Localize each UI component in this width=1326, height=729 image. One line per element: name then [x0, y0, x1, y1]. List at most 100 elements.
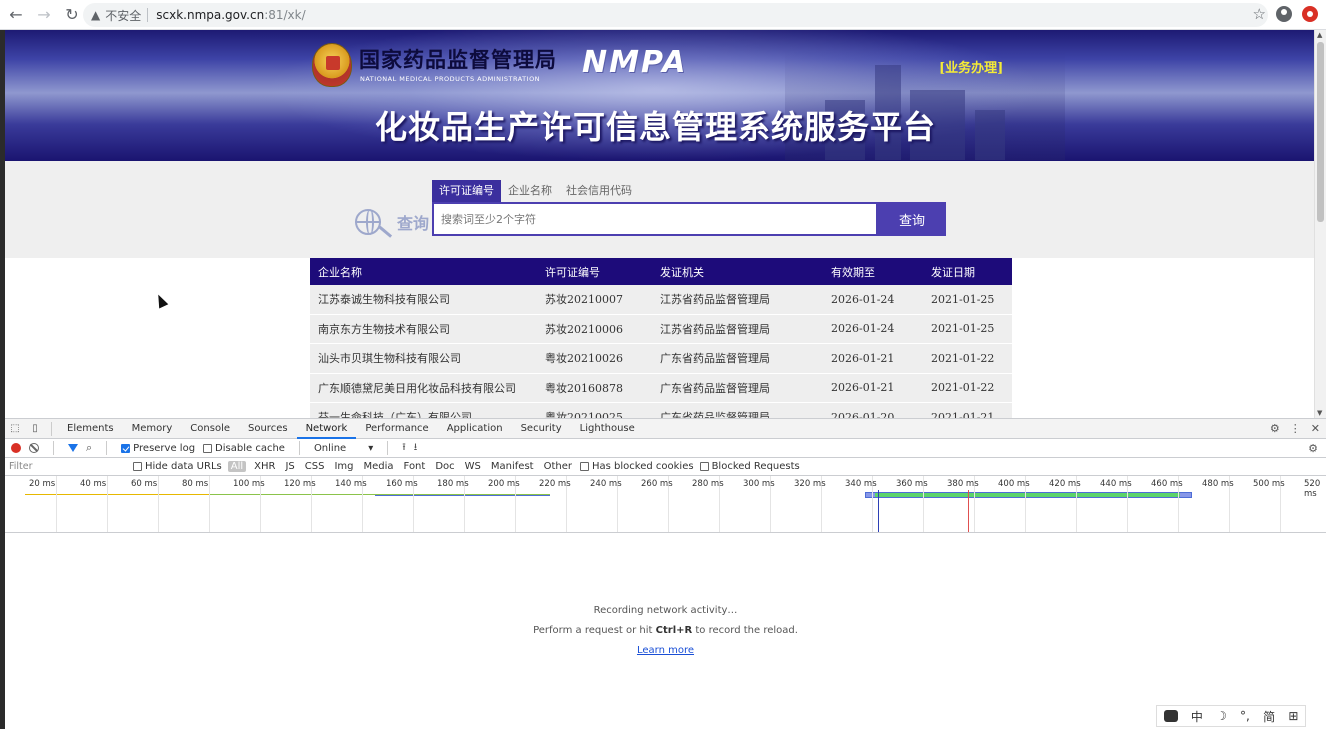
disable-cache-checkbox[interactable]: Disable cache [203, 443, 285, 454]
close-icon[interactable]: ✕ [1311, 422, 1320, 435]
timeline-gridline [209, 476, 210, 532]
settings-gear-icon[interactable]: ⚙ [1270, 422, 1280, 435]
punctuation-icon[interactable]: °, [1240, 709, 1250, 723]
checkbox-checked[interactable] [121, 443, 131, 453]
blocked-requests-checkbox[interactable]: Blocked Requests [699, 461, 800, 472]
search-icon[interactable]: ⌕ [86, 441, 92, 455]
export-har-icon[interactable]: ⭳ [414, 440, 418, 457]
checkbox-unchecked[interactable] [699, 462, 709, 471]
timeline-tick-label: 220 ms [539, 479, 571, 489]
type-filter-media[interactable]: Media [362, 461, 396, 472]
type-filter-other[interactable]: Other [542, 461, 574, 472]
hide-data-urls-label: Hide data URLs [145, 461, 222, 472]
preserve-log-checkbox[interactable]: Preserve log [121, 443, 195, 454]
address-bar[interactable]: ▲ 不安全 scxk.nmpa.gov.cn :81/xk/ [83, 3, 1268, 27]
cell-company: 芬一生命科技（广东）有限公司 [318, 411, 472, 418]
checkbox-unchecked[interactable] [580, 462, 589, 471]
type-filter-all[interactable]: All [227, 461, 247, 472]
cell-issue-date: 2021-01-25 [931, 292, 995, 306]
learn-more-link[interactable]: Learn more [637, 645, 694, 656]
table-row[interactable]: 南京东方生物技术有限公司 苏妆20210006 江苏省药品监督管理局 2026-… [310, 314, 1012, 344]
ime-toolbar: 中 ☽ °, 简 ⊞ [1156, 705, 1306, 727]
tab-license-number[interactable]: 许可证编号 [432, 180, 501, 202]
import-har-icon[interactable]: ⭱ [402, 440, 406, 457]
has-blocked-cookies-checkbox[interactable]: Has blocked cookies [580, 461, 694, 472]
dom-content-loaded-marker [878, 490, 879, 532]
timeline-tick-label: 360 ms [896, 479, 928, 489]
devtools-tabbar: ⬚ ▯ Elements Memory Console Sources Netw… [5, 419, 1326, 439]
column-header: 有效期至 [831, 265, 875, 279]
search-input[interactable] [434, 204, 876, 234]
business-link[interactable]: [业务办理] [939, 57, 1003, 76]
inspect-element-icon[interactable]: ⬚ [5, 423, 25, 434]
timeline-tick-label: 260 ms [641, 479, 673, 489]
divider [53, 441, 54, 455]
ime-simplified[interactable]: 简 [1263, 708, 1275, 725]
tab-credit-code[interactable]: 社会信用代码 [559, 180, 639, 202]
scrollbar-thumb[interactable] [1317, 42, 1324, 222]
devtools-tab-elements[interactable]: Elements [58, 419, 123, 439]
devtools-tab-security[interactable]: Security [512, 419, 571, 439]
record-icon[interactable] [11, 443, 21, 453]
cell-authority: 广东省药品监督管理局 [660, 381, 770, 395]
type-filter-manifest[interactable]: Manifest [489, 461, 536, 472]
throttle-select[interactable]: Online ▾ [314, 443, 373, 454]
warning-icon: ▲ [91, 8, 101, 22]
type-filter-font[interactable]: Font [402, 461, 428, 472]
devtools-tab-lighthouse[interactable]: Lighthouse [571, 419, 644, 439]
scroll-down-icon[interactable]: ▼ [1317, 409, 1322, 417]
checkbox-unchecked[interactable] [203, 443, 213, 453]
page-scrollbar[interactable]: ▲ ▼ [1314, 30, 1326, 418]
timeline-tick-label: 300 ms [743, 479, 775, 489]
search-button[interactable]: 查询 [878, 202, 946, 236]
grid-icon[interactable]: ⊞ [1288, 709, 1298, 723]
scroll-up-icon[interactable]: ▲ [1317, 31, 1322, 39]
more-options-icon[interactable]: ⋮ [1290, 422, 1301, 435]
ime-logo-icon[interactable] [1163, 710, 1178, 722]
type-filter-css[interactable]: CSS [303, 461, 327, 472]
network-settings-icon[interactable]: ⚙ [1308, 442, 1318, 455]
back-icon[interactable]: ← [4, 3, 28, 27]
type-filter-xhr[interactable]: XHR [252, 461, 277, 472]
devtools-tab-application[interactable]: Application [438, 419, 512, 439]
device-toolbar-icon[interactable]: ▯ [25, 423, 45, 434]
clear-icon[interactable] [29, 443, 39, 453]
cell-authority: 广东省药品监督管理局 [660, 352, 770, 366]
divider [298, 441, 300, 455]
devtools-tab-performance[interactable]: Performance [356, 419, 437, 439]
type-filter-img[interactable]: Img [332, 461, 355, 472]
table-row[interactable]: 芬一生命科技（广东）有限公司 粤妆20210025 广东省药品监督管理局 202… [310, 403, 1012, 418]
hide-data-urls-checkbox[interactable]: Hide data URLs [133, 461, 222, 472]
moon-icon[interactable]: ☽ [1216, 709, 1227, 723]
checkbox-unchecked[interactable] [133, 462, 142, 471]
table-row[interactable]: 江苏泰诚生物科技有限公司 苏妆20210007 江苏省药品监督管理局 2026-… [310, 285, 1012, 315]
table-row[interactable]: 广东顺德黛尼美日用化妆品科技有限公司 粤妆20160878 广东省药品监督管理局… [310, 373, 1012, 403]
ime-mode[interactable]: 中 [1191, 708, 1203, 725]
search-box [432, 202, 878, 236]
chevron-down-icon: ▾ [368, 442, 374, 454]
search-logo: 查询 [355, 209, 429, 238]
network-overview-timeline[interactable]: 20 ms 40 ms 60 ms 80 ms 100 ms 120 ms 140 ms 16… [5, 476, 1326, 533]
bookmark-star-icon[interactable]: ☆ [1253, 5, 1266, 23]
org-name-cn: 国家药品监督管理局 [359, 47, 557, 72]
filter-input[interactable] [9, 459, 127, 474]
devtools-tab-memory[interactable]: Memory [123, 419, 182, 439]
table-row[interactable]: 汕头市贝琪生物科技有限公司 粤妆20210026 广东省药品监督管理局 2026… [310, 344, 1012, 374]
devtools-tab-console[interactable]: Console [181, 419, 239, 439]
forward-icon[interactable]: → [32, 3, 56, 27]
timeline-tick-label: 280 ms [692, 479, 724, 489]
timeline-tick-label: 80 ms [182, 479, 209, 489]
reload-hint: Perform a request or hit Ctrl+R to recor… [5, 625, 1326, 636]
timeline-tick-label: 480 ms [1202, 479, 1234, 489]
devtools-tab-network[interactable]: Network [296, 419, 357, 439]
devtools-tab-sources[interactable]: Sources [239, 419, 297, 439]
tab-company-name[interactable]: 企业名称 [501, 180, 559, 202]
type-filter-js[interactable]: JS [283, 461, 296, 472]
cell-valid-until: 2026-01-24 [831, 292, 895, 306]
type-filter-ws[interactable]: WS [463, 461, 483, 472]
extension-icon[interactable] [1302, 6, 1318, 22]
reload-icon[interactable]: ↻ [60, 3, 84, 27]
filter-icon[interactable] [68, 444, 78, 452]
type-filter-doc[interactable]: Doc [433, 461, 456, 472]
profile-icon[interactable] [1276, 6, 1292, 22]
